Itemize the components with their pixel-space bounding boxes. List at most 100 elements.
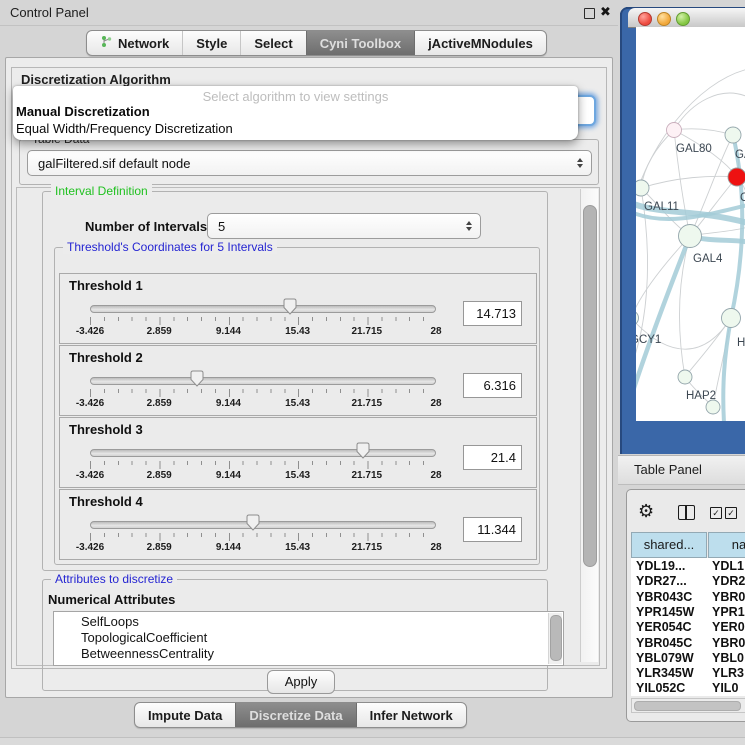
network-graph: GAL80GACGAL11GAL4GCY1HHAP2 xyxy=(636,27,745,421)
slider-handle[interactable] xyxy=(356,442,371,459)
interval-definition-label: Interval Definition xyxy=(51,184,152,198)
slider-handle[interactable] xyxy=(190,370,205,387)
cell-shared-name: YPR145W xyxy=(636,605,694,619)
column-header-shared-name[interactable]: shared... xyxy=(631,532,707,558)
threshold-label: Threshold 3 xyxy=(69,422,143,437)
node-red[interactable] xyxy=(728,168,745,186)
float-window-icon[interactable] xyxy=(584,8,595,19)
node-label: C xyxy=(740,192,745,204)
axis-tick-label: 2.859 xyxy=(147,470,172,481)
threshold-label: Threshold 1 xyxy=(69,278,143,293)
checkbox-icon[interactable]: ✓ xyxy=(710,507,722,519)
list-scrollbar-thumb[interactable] xyxy=(550,615,562,661)
node-gal4[interactable] xyxy=(679,225,702,248)
mac-close-icon[interactable] xyxy=(638,12,652,26)
stepper-icon[interactable] xyxy=(466,221,480,231)
tab-select[interactable]: Select xyxy=(240,31,305,55)
table-data-combobox[interactable]: galFiltered.sif default node xyxy=(27,150,592,176)
table-row[interactable]: YBR045CYBR0 xyxy=(631,636,745,651)
list-item[interactable]: BetweennessCentrality xyxy=(81,646,214,661)
table-row[interactable]: YLR345WYLR3 xyxy=(631,666,745,681)
column-header-name[interactable]: na xyxy=(708,532,745,558)
scrollbar-thumb[interactable] xyxy=(634,701,741,711)
slider[interactable]: -3.4262.8599.14415.4321.71528 xyxy=(90,442,436,484)
node-gcy1[interactable] xyxy=(636,311,639,326)
table-row[interactable]: YDR27...YDR2 xyxy=(631,574,745,589)
close-icon[interactable]: ✖ xyxy=(600,4,611,20)
cell-name: YER0 xyxy=(712,620,745,634)
list-item[interactable]: SelfLoops xyxy=(81,614,139,629)
tab-infer-network[interactable]: Infer Network xyxy=(356,703,466,727)
number-of-intervals-combobox[interactable]: 5 xyxy=(207,213,481,239)
node-pink[interactable] xyxy=(667,123,682,138)
stepper-icon[interactable] xyxy=(577,158,591,168)
network-edge xyxy=(674,129,733,135)
slider-handle[interactable] xyxy=(245,514,260,531)
table-row[interactable]: YBL079W YBL0 xyxy=(631,651,745,666)
cell-shared-name: YER054C xyxy=(636,620,692,634)
gear-icon[interactable]: ⚙ xyxy=(638,501,654,522)
threshold-value-field[interactable]: 6.316 xyxy=(463,373,522,398)
node-label: GAL11 xyxy=(644,201,679,213)
threshold-value-field[interactable]: 14.713 xyxy=(463,301,522,326)
slider[interactable]: -3.4262.8599.14415.4321.71528 xyxy=(90,370,436,412)
checkbox-icon[interactable]: ✓ xyxy=(725,507,737,519)
axis-tick-label: 9.144 xyxy=(216,542,241,553)
tab-cyni-toolbox[interactable]: Cyni Toolbox xyxy=(306,31,414,55)
tab-label: Network xyxy=(118,36,169,51)
node-label: HAP2 xyxy=(686,390,716,402)
threshold-value-field[interactable]: 11.344 xyxy=(463,517,522,542)
slider-track[interactable] xyxy=(90,521,436,529)
node-hap2[interactable] xyxy=(678,370,692,384)
scrollbar-thumb[interactable] xyxy=(583,205,597,567)
slider[interactable]: -3.4262.8599.14415.4321.71528 xyxy=(90,514,436,556)
list-scrollbar[interactable] xyxy=(548,613,562,664)
node-gal11[interactable] xyxy=(636,180,649,196)
horizontal-scrollbar[interactable] xyxy=(631,698,745,713)
list-item[interactable]: TopologicalCoefficient xyxy=(81,630,207,645)
popup-option[interactable]: Manual Discretization xyxy=(16,104,570,119)
slider-handle[interactable] xyxy=(282,298,297,315)
bottom-tab-bar: Impute DataDiscretize DataInfer Network xyxy=(134,702,467,728)
cell-shared-name: YBL079W xyxy=(636,651,694,665)
algorithm-dropdown-popup: Select algorithm to view settings Manual… xyxy=(13,86,578,140)
slider-axis-labels: -3.4262.8599.14415.4321.71528 xyxy=(90,398,436,410)
cell-name: YBR0 xyxy=(712,590,745,604)
mac-minimize-icon[interactable] xyxy=(657,12,671,26)
slider-track[interactable] xyxy=(90,377,436,385)
slider-track[interactable] xyxy=(90,305,436,313)
network-window-titlebar[interactable] xyxy=(628,8,745,28)
apply-button[interactable]: Apply xyxy=(267,670,335,694)
mac-zoom-icon[interactable] xyxy=(676,12,690,26)
popup-option[interactable]: Equal Width/Frequency Discretization xyxy=(16,121,570,136)
slider[interactable]: -3.4262.8599.14415.4321.71528 xyxy=(90,298,436,340)
threshold-box: Threshold 2 -3.4262.8599.14415.4321.7152… xyxy=(59,345,537,416)
tab-style[interactable]: Style xyxy=(182,31,240,55)
table-row[interactable]: YBR043CYBR0 xyxy=(631,590,745,605)
cell-name: YBL0 xyxy=(712,651,744,665)
node-bottom[interactable] xyxy=(706,400,720,414)
slider-ticks xyxy=(90,389,436,397)
table-row[interactable]: YIL052CYIL0 xyxy=(631,681,745,696)
popup-hint: Select algorithm to view settings xyxy=(13,89,578,104)
numerical-attributes-list[interactable]: SelfLoopsTopologicalCoefficientBetweenne… xyxy=(53,611,564,666)
attributes-group-label: Attributes to discretize xyxy=(51,572,177,586)
axis-tick-label: 21.715 xyxy=(352,542,383,553)
column-view-icon[interactable] xyxy=(678,505,695,520)
threshold-value-field[interactable]: 21.4 xyxy=(463,445,522,470)
node-top-right[interactable] xyxy=(725,127,741,143)
table-row[interactable]: YDL19...YDL1 xyxy=(631,559,745,574)
tab-impute-data[interactable]: Impute Data xyxy=(135,703,235,727)
network-canvas[interactable]: GAL80GACGAL11GAL4GCY1HHAP2 xyxy=(636,27,745,421)
node-h[interactable] xyxy=(722,309,741,328)
table-row[interactable]: YPR145WYPR1 xyxy=(631,605,745,620)
vertical-scrollbar[interactable] xyxy=(580,189,598,662)
table-row[interactable]: YER054C YER0 xyxy=(631,620,745,635)
tab-network[interactable]: Network xyxy=(87,31,182,55)
tab-discretize-data[interactable]: Discretize Data xyxy=(235,703,355,727)
cell-name: YBR0 xyxy=(712,636,745,650)
titlebar-divider xyxy=(0,25,618,26)
tab-jactivemnodules[interactable]: jActiveMNodules xyxy=(414,31,546,55)
top-tab-bar: Network StyleSelectCyni ToolboxjActiveMNo… xyxy=(86,30,547,56)
slider-track[interactable] xyxy=(90,449,436,457)
